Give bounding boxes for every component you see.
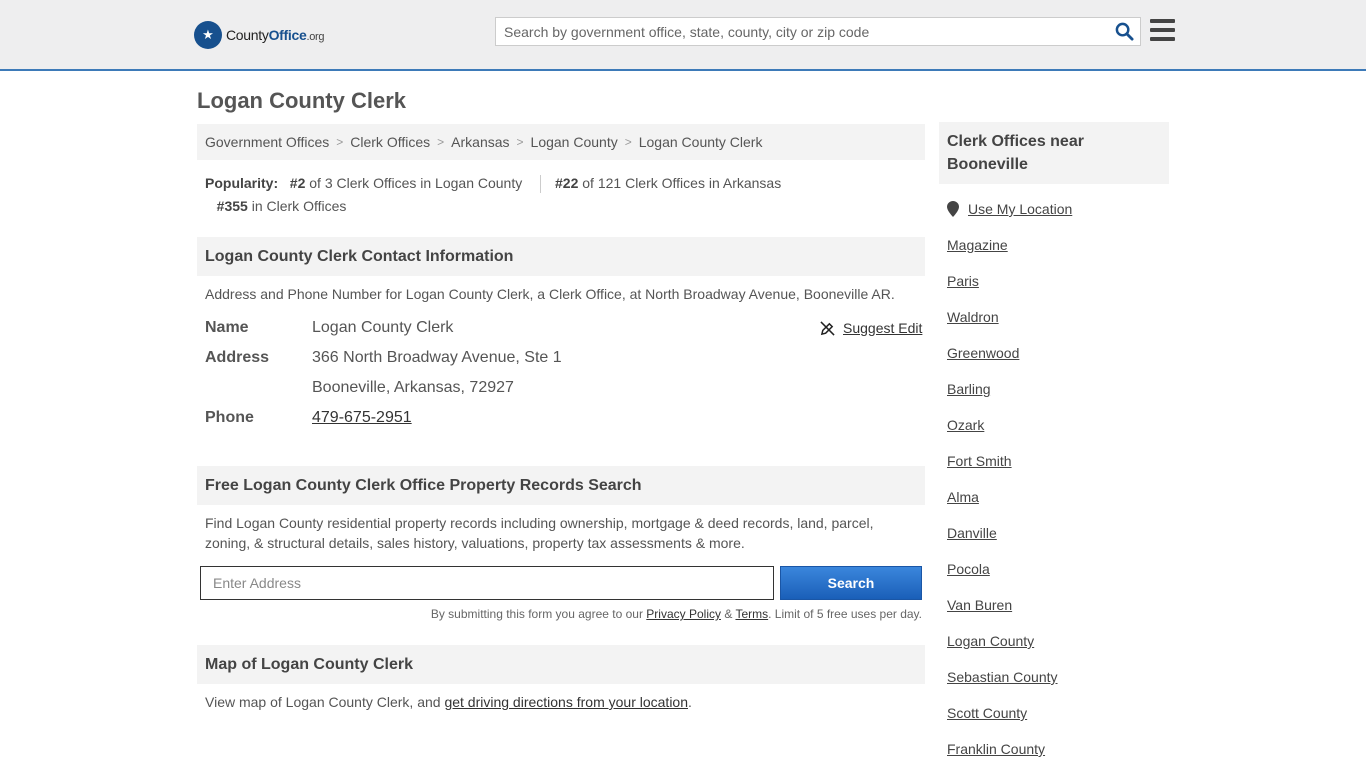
eagle-logo-icon: ★ [194, 21, 222, 49]
chevron-right-icon: > [516, 135, 524, 149]
nearby-office-link[interactable]: Logan County [947, 633, 1034, 649]
site-search [495, 17, 1141, 46]
nearby-office-link[interactable]: Franklin County [947, 741, 1045, 757]
address-line2: Booneville, Arkansas, 72927 [312, 379, 514, 396]
chevron-right-icon: > [336, 135, 344, 149]
nearby-office-link[interactable]: Alma [947, 489, 979, 505]
address-line1: 366 North Broadway Avenue, Ste 1 [312, 349, 562, 366]
breadcrumb: Government Offices > Clerk Offices > Arkan… [197, 124, 925, 160]
page-title: Logan County Clerk [197, 88, 407, 113]
map-text: . [688, 694, 692, 710]
popularity-rank: #355 [216, 198, 248, 214]
nearby-office-link[interactable]: Danville [947, 525, 997, 541]
map-description: View map of Logan County Clerk, and get … [205, 692, 692, 712]
nearby-office-link[interactable]: Paris [947, 273, 979, 289]
list-item: Sebastian County [947, 669, 1058, 705]
edit-icon [820, 320, 835, 336]
popularity-rank: #22 [555, 175, 579, 191]
use-location-link[interactable]: Use My Location [968, 201, 1072, 217]
breadcrumb-item[interactable]: Government Offices [205, 134, 329, 150]
map-pin-icon [947, 201, 959, 217]
divider [540, 175, 542, 194]
list-item: Logan County [947, 633, 1058, 669]
logo-text: CountyOffice.org [226, 27, 325, 43]
search-button[interactable] [1108, 18, 1140, 45]
search-icon [1115, 22, 1134, 41]
list-item: Scott County [947, 705, 1058, 741]
property-search-button[interactable]: Search [780, 566, 922, 600]
list-item: Paris [947, 273, 1058, 309]
legal-text: & [724, 607, 733, 621]
name-label: Name [205, 319, 249, 336]
breadcrumb-item[interactable]: Logan County [531, 134, 618, 150]
list-item: Franklin County [947, 741, 1058, 777]
map-text: View map of Logan County Clerk, and [205, 694, 441, 710]
nearby-office-link[interactable]: Magazine [947, 237, 1008, 253]
chevron-right-icon: > [624, 135, 632, 149]
property-description: Find Logan County residential property r… [205, 515, 874, 551]
nearby-office-link[interactable]: Van Buren [947, 597, 1012, 613]
nearby-office-link[interactable]: Pocola [947, 561, 990, 577]
list-item: Alma [947, 489, 1058, 525]
list-item: Greenwood [947, 345, 1058, 381]
use-location[interactable]: Use My Location [947, 201, 1072, 217]
phone-link[interactable]: 479-675-2951 [312, 409, 412, 426]
list-item: Waldron [947, 309, 1058, 345]
nearby-office-link[interactable]: Greenwood [947, 345, 1019, 361]
list-item: Barling [947, 381, 1058, 417]
list-item: Pocola [947, 561, 1058, 597]
nearby-office-link[interactable]: Scott County [947, 705, 1027, 721]
breadcrumb-item[interactable]: Arkansas [451, 134, 509, 150]
popularity-label: Popularity: [205, 175, 279, 191]
chevron-right-icon: > [437, 135, 445, 149]
site-search-input[interactable] [496, 18, 1108, 45]
name-value: Logan County Clerk [312, 319, 454, 336]
legal-notice: By submitting this form you agree to our… [200, 607, 922, 621]
menu-icon[interactable] [1150, 19, 1175, 41]
breadcrumb-item[interactable]: Logan County Clerk [639, 134, 763, 150]
popularity-text: of 121 Clerk Offices in Arkansas [582, 175, 782, 191]
contact-heading: Logan County Clerk Contact Information [197, 237, 925, 276]
nearby-office-link[interactable]: Ozark [947, 417, 984, 433]
list-item: Fort Smith [947, 453, 1058, 489]
popularity-text: in Clerk Offices [251, 198, 347, 214]
sidebar-heading: Clerk Offices near Booneville [939, 122, 1169, 184]
popularity-text: of 3 Clerk Offices in Logan County [309, 175, 523, 191]
nearby-office-link[interactable]: Barling [947, 381, 991, 397]
nearby-office-link[interactable]: Fort Smith [947, 453, 1012, 469]
site-header: ★ CountyOffice.org [0, 0, 1366, 71]
breadcrumb-item[interactable]: Clerk Offices [350, 134, 430, 150]
privacy-policy-link[interactable]: Privacy Policy [646, 607, 721, 621]
list-item: Danville [947, 525, 1058, 561]
address-input[interactable] [200, 566, 774, 600]
site-logo[interactable]: ★ CountyOffice.org [194, 20, 325, 50]
legal-text: By submitting this form you agree to our [430, 607, 643, 621]
nearby-office-link[interactable]: Waldron [947, 309, 999, 325]
contact-description: Address and Phone Number for Logan Count… [205, 286, 895, 302]
legal-text: . Limit of 5 free uses per day. [768, 607, 922, 621]
terms-link[interactable]: Terms [735, 607, 768, 621]
driving-directions-link[interactable]: get driving directions from your locatio… [444, 694, 688, 710]
popularity-rank: #2 [289, 175, 306, 191]
phone-label: Phone [205, 409, 254, 426]
list-item: Magazine [947, 237, 1058, 273]
address-label: Address [205, 349, 270, 366]
nearby-offices-list: Magazine Paris Waldron Greenwood Barling… [947, 237, 1058, 777]
list-item: Van Buren [947, 597, 1058, 633]
suggest-edit[interactable]: Suggest Edit [820, 320, 922, 336]
map-heading: Map of Logan County Clerk [197, 645, 925, 684]
phone-value: 479-675-2951 [312, 409, 412, 427]
popularity: Popularity: #2 of 3 Clerk Offices in Log… [205, 172, 905, 218]
property-heading: Free Logan County Clerk Office Property … [197, 466, 925, 505]
nearby-office-link[interactable]: Sebastian County [947, 669, 1058, 685]
list-item: Ozark [947, 417, 1058, 453]
suggest-edit-link[interactable]: Suggest Edit [843, 320, 922, 336]
